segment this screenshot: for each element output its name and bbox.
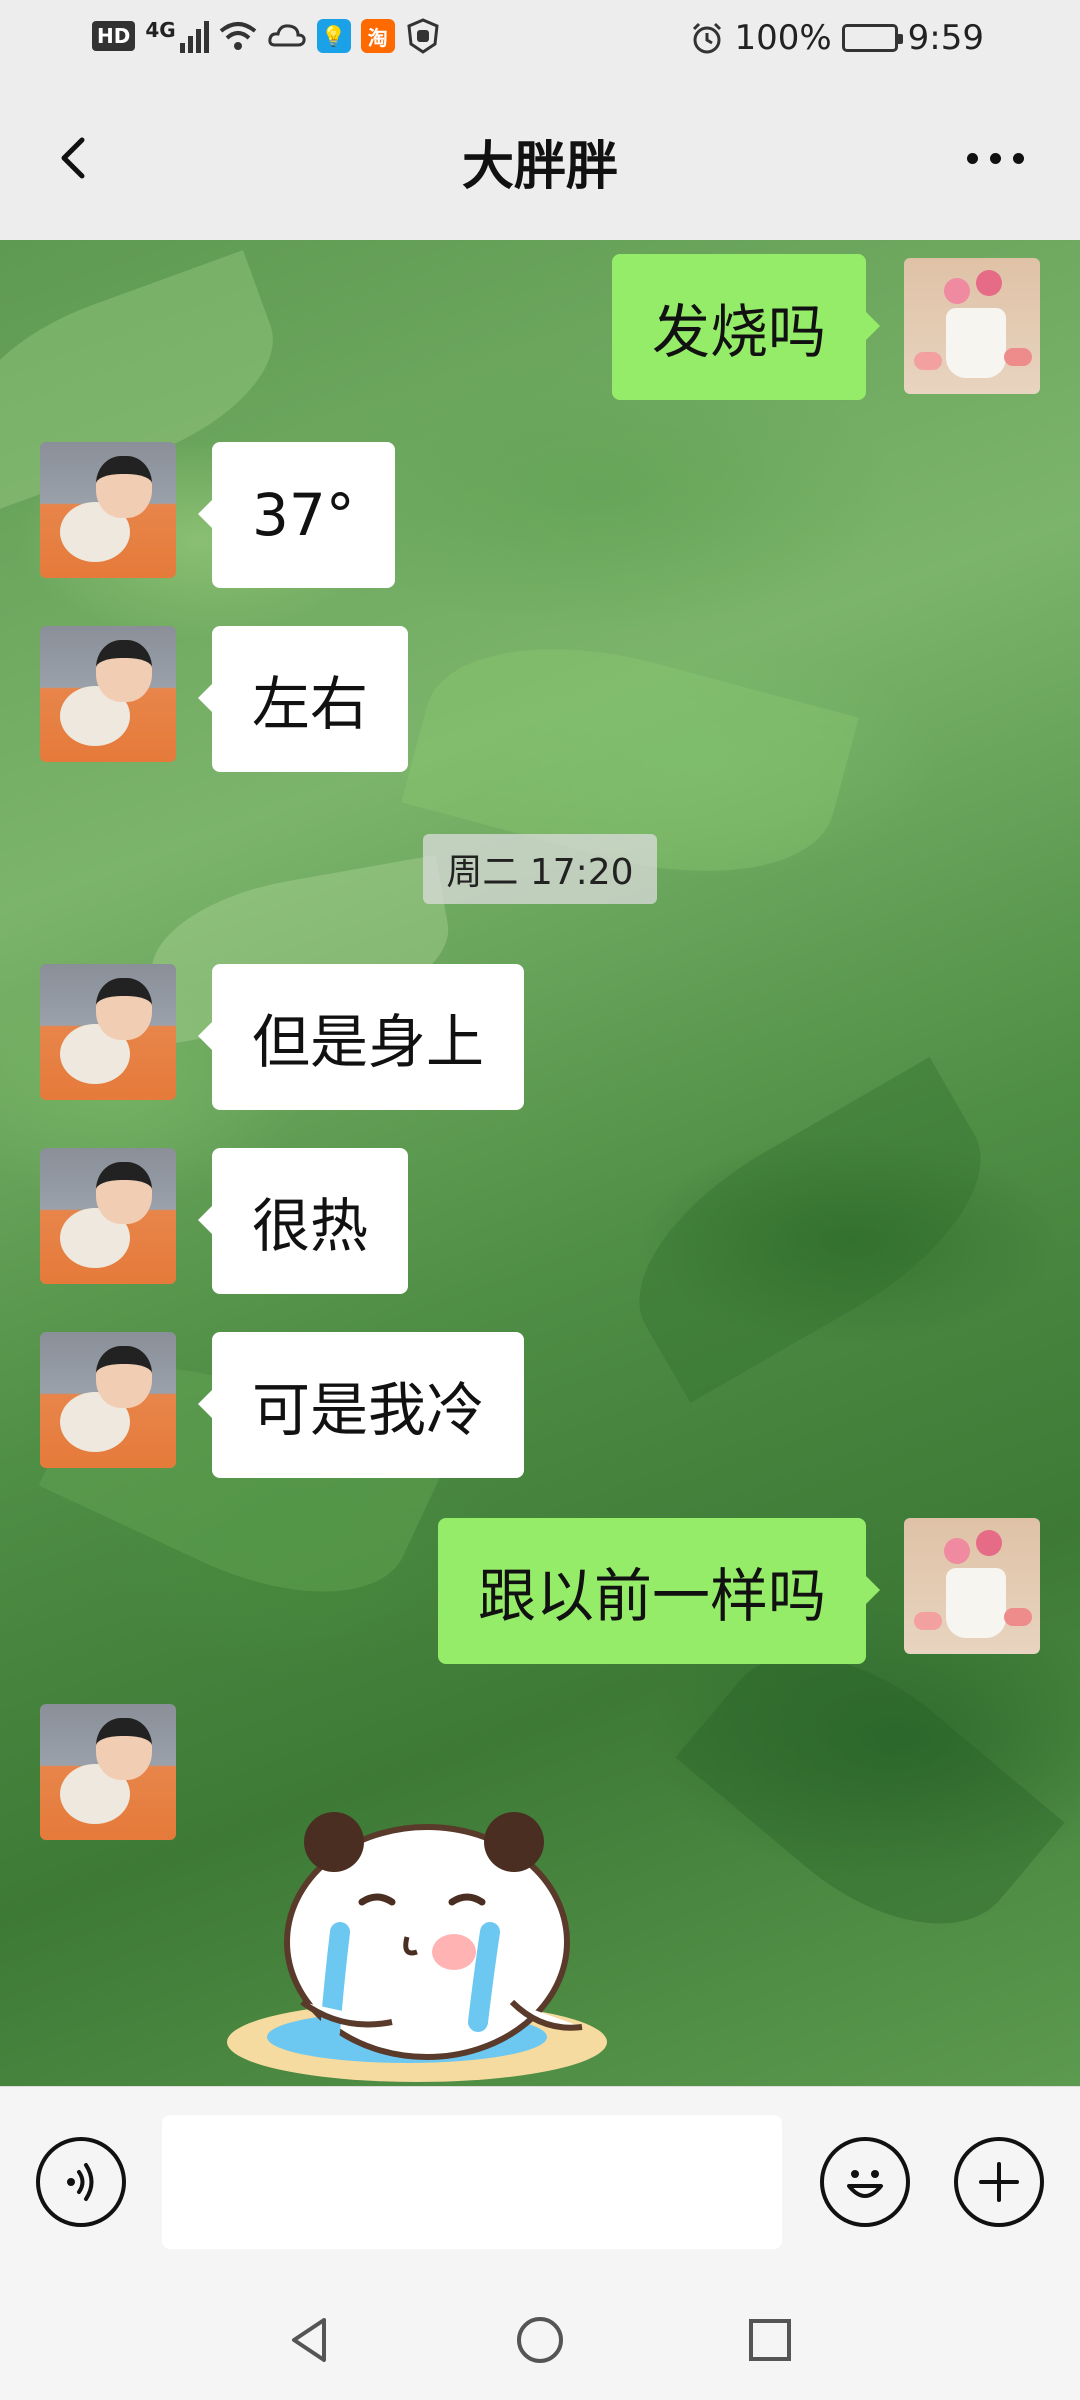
contact-avatar[interactable] — [40, 1332, 176, 1468]
cloud-icon — [268, 24, 306, 47]
alarm-icon — [693, 22, 722, 54]
input-bar — [0, 2086, 1080, 2276]
plus-icon — [979, 2162, 1019, 2202]
status-icons-right: 100% 9:59 — [690, 18, 984, 58]
contact-avatar[interactable] — [40, 964, 176, 1100]
message-bubble-incoming[interactable]: 可是我冷 — [197, 1332, 525, 1478]
voice-icon — [67, 2163, 94, 2201]
square-recents-icon — [749, 2319, 791, 2361]
contact-avatar[interactable] — [40, 1704, 176, 1840]
message-bubble-incoming[interactable]: 很热 — [197, 1148, 409, 1294]
wallpaper-leaf — [600, 1057, 1020, 1403]
message-bubble-incoming[interactable]: 左右 — [197, 626, 409, 772]
system-nav-bar — [0, 2276, 1080, 2400]
message-bubble-outgoing[interactable]: 跟以前一样吗 — [437, 1518, 881, 1664]
signal-icon — [179, 19, 209, 53]
my-avatar[interactable] — [904, 1518, 1040, 1654]
hd-badge: HD — [92, 21, 136, 51]
circle-home-icon — [517, 2317, 563, 2363]
taobao-app-icon: 淘 — [360, 19, 395, 53]
status-bar: HD 4G 💡 淘 100% 9:59 — [0, 0, 1080, 78]
chat-area[interactable]: 发烧吗 37° 左右 周二 17:20 但是身上 很热 可是我冷 跟以前一样吗 — [0, 240, 1080, 2086]
network-type: 4G — [145, 18, 176, 42]
more-dot — [989, 152, 1001, 164]
message-input[interactable] — [162, 2115, 782, 2249]
crying-panda-sticker[interactable] — [222, 1802, 612, 2086]
message-bubble-incoming[interactable]: 但是身上 — [197, 964, 525, 1110]
more-dots-icon — [966, 152, 978, 164]
page-title: 大胖胖 — [461, 137, 618, 197]
contact-avatar[interactable] — [40, 626, 176, 762]
clock: 9:59 — [907, 18, 984, 58]
chat-timestamp: 周二 17:20 — [423, 834, 657, 904]
chat-header: 大胖胖 — [0, 78, 1080, 240]
wifi-icon — [219, 22, 256, 50]
battery-icon — [841, 24, 903, 52]
hand-shield-icon — [407, 18, 439, 54]
more-dot — [1012, 152, 1024, 164]
my-avatar[interactable] — [904, 258, 1040, 394]
bulb-app-icon: 💡 — [316, 19, 351, 53]
triangle-back-icon — [292, 2318, 326, 2362]
message-bubble-incoming[interactable]: 37° — [198, 442, 395, 588]
contact-avatar[interactable] — [40, 1148, 176, 1284]
contact-avatar[interactable] — [40, 442, 176, 578]
nav-recents-button[interactable] — [730, 2300, 810, 2380]
status-icons-left: HD 4G 💡 淘 — [92, 18, 441, 54]
smiley-icon — [847, 2170, 883, 2198]
emoji-button[interactable] — [820, 2137, 910, 2227]
battery-percent: 100% — [734, 18, 832, 58]
nav-home-button[interactable] — [500, 2300, 580, 2380]
voice-button[interactable] — [36, 2137, 126, 2227]
more-button[interactable] — [950, 128, 1040, 188]
message-bubble-outgoing[interactable]: 发烧吗 — [611, 254, 881, 400]
nav-back-button[interactable] — [270, 2300, 350, 2380]
more-actions-button[interactable] — [954, 2137, 1044, 2227]
